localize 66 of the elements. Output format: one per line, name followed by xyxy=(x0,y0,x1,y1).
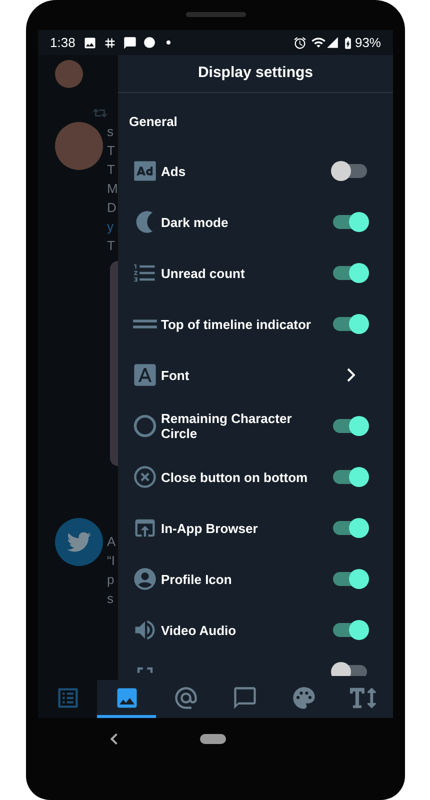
toggle-switch[interactable] xyxy=(333,664,367,676)
avatar xyxy=(55,122,103,170)
cut-text: p xyxy=(107,571,116,589)
settings-row[interactable]: Unread count xyxy=(118,248,393,298)
settings-row[interactable]: Ads xyxy=(118,146,393,196)
palette-icon xyxy=(291,684,318,710)
font-icon xyxy=(132,362,158,388)
cut-text: s xyxy=(107,590,114,608)
section-heading: General xyxy=(129,113,178,131)
alarm-icon xyxy=(292,36,307,50)
speech-bubble-icon xyxy=(232,684,258,710)
settings-row[interactable]: Close button on bottom xyxy=(118,452,393,502)
settings-row[interactable]: Top of timeline indicator xyxy=(118,298,393,350)
at-sign-icon xyxy=(172,684,199,710)
speaker-grille xyxy=(186,12,246,17)
toggle-switch[interactable] xyxy=(333,266,367,280)
chevron-icon xyxy=(347,368,355,382)
circle-icon xyxy=(143,36,156,49)
toggle-switch[interactable] xyxy=(333,521,367,535)
settings-row[interactable]: Dark mode xyxy=(118,196,393,248)
panel-title: Display settings xyxy=(198,63,314,84)
image-icon xyxy=(83,36,98,50)
toggle-switch[interactable] xyxy=(333,470,367,484)
retweet-icon xyxy=(93,106,107,120)
ring-icon xyxy=(132,413,158,439)
setting-label: Profile Icon xyxy=(161,572,233,586)
cut-text: D xyxy=(107,199,118,217)
setting-label: In-App Browser xyxy=(161,520,259,536)
bird-icon xyxy=(67,530,91,554)
toggle-switch[interactable] xyxy=(333,572,367,586)
settings-row[interactable]: In-App Browser xyxy=(118,502,393,554)
status-time: 1:38 xyxy=(50,34,76,52)
cut-text: A xyxy=(107,533,116,551)
cut-text: T xyxy=(107,237,116,255)
settings-row[interactable]: Font xyxy=(118,350,393,400)
toggle-switch[interactable] xyxy=(333,164,367,178)
signal-icon xyxy=(326,36,339,49)
profile-icon xyxy=(132,566,158,592)
home-button[interactable] xyxy=(200,734,226,744)
wifi-icon xyxy=(310,35,326,50)
cut-text: T xyxy=(107,161,116,179)
hash-icon xyxy=(103,36,118,50)
battery-level: 93% xyxy=(354,34,381,52)
setting-label: Top of timeline indicator xyxy=(161,316,312,332)
toggle-switch[interactable] xyxy=(333,623,367,637)
close-icon xyxy=(132,464,158,490)
cut-text: T xyxy=(107,142,116,160)
avatar xyxy=(55,60,83,88)
setting-label: Font xyxy=(161,368,190,382)
settings-row[interactable]: Profile Icon xyxy=(118,554,393,604)
toggle-switch[interactable] xyxy=(333,215,367,229)
setting-label: Unread count xyxy=(161,266,246,280)
toggle-switch[interactable] xyxy=(333,317,367,331)
cut-text: y xyxy=(107,218,114,236)
settings-row[interactable]: Video Audio xyxy=(118,604,393,656)
toggle-switch[interactable] xyxy=(333,419,367,433)
cut-text: “I xyxy=(107,552,116,570)
setting-label: Video Audio xyxy=(161,622,238,638)
setting-label: Close button on bottom xyxy=(161,470,309,484)
cut-text: s xyxy=(107,123,114,141)
setting-label: Remaining Character Circle xyxy=(161,411,293,441)
setting-label: Ads xyxy=(161,164,187,178)
cut-text: M xyxy=(107,180,118,198)
settings-row[interactable]: Remaining Character Circle xyxy=(118,400,393,452)
setting-label: Dark mode xyxy=(161,214,230,230)
chat-bubble-icon xyxy=(123,36,138,50)
